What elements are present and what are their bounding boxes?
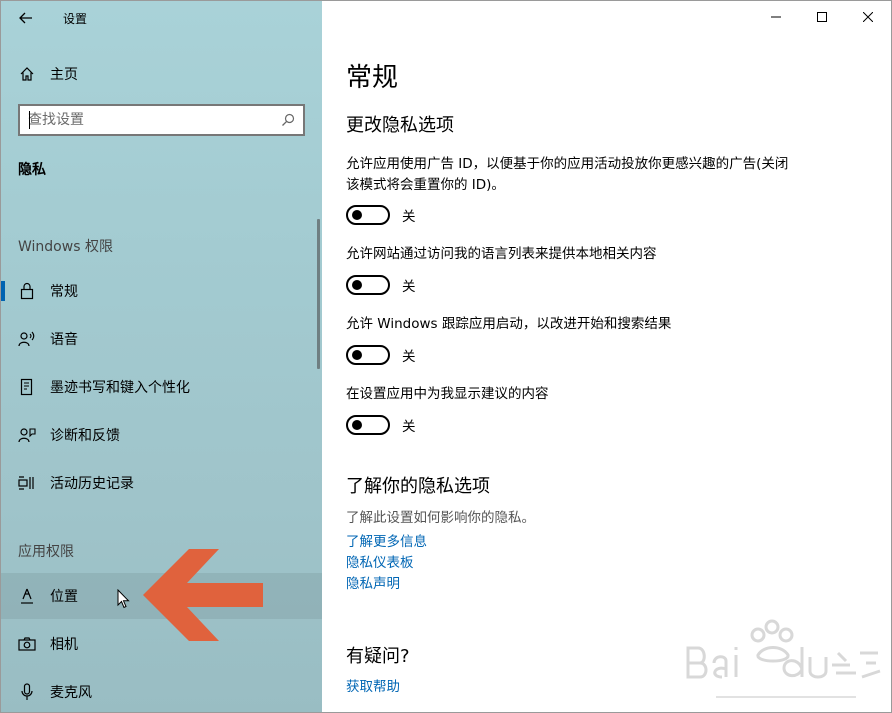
toggle-state-label: 关 — [402, 349, 416, 365]
sidebar-item-label: 墨迹书写和键入个性化 — [50, 380, 190, 396]
privacy-statement-link[interactable]: 隐私声明 — [346, 572, 400, 592]
sidebar-item-label: 主页 — [50, 67, 78, 83]
speech-icon — [17, 329, 37, 349]
sidebar-scrollbar[interactable] — [317, 219, 320, 369]
sidebar-item-general[interactable]: 常规 — [1, 268, 322, 314]
option-description: 在设置应用中为我显示建议的内容 — [346, 386, 549, 402]
category-app-permissions: 应用权限 — [18, 544, 74, 560]
location-icon — [17, 586, 37, 606]
privacy-dashboard-link[interactable]: 隐私仪表板 — [346, 551, 414, 571]
learn-privacy-heading: 了解你的隐私选项 — [346, 476, 490, 497]
learn-more-link[interactable]: 了解更多信息 — [346, 530, 427, 550]
app-title: 设置 — [63, 12, 88, 26]
sidebar-item-inking[interactable]: 墨迹书写和键入个性化 — [1, 364, 322, 410]
settings-window: 设置 主页 隐私 Windows 权限 常规 语音 — [0, 0, 892, 713]
option-description: 允许网站通过访问我的语言列表来提供本地相关内容 — [346, 246, 657, 262]
toggle-switch[interactable] — [346, 345, 390, 365]
text-caret — [29, 111, 30, 129]
sidebar-item-label: 诊断和反馈 — [50, 428, 120, 444]
toggle-app-launch-tracking[interactable]: 关 — [346, 344, 416, 366]
history-icon — [17, 473, 37, 493]
toggle-knob — [352, 280, 362, 290]
privacy-options-heading: 更改隐私选项 — [346, 115, 454, 136]
sidebar-item-home[interactable]: 主页 — [1, 52, 322, 96]
toggle-state-label: 关 — [402, 279, 416, 295]
back-arrow-icon — [19, 12, 32, 24]
lock-icon — [17, 281, 37, 301]
option-description: 允许应用使用广告 ID，以便基于你的应用活动投放你更感兴趣的广告(关闭该模式将会… — [346, 156, 789, 193]
sidebar-item-activity-history[interactable]: 活动历史记录 — [1, 460, 322, 506]
toggle-switch[interactable] — [346, 275, 390, 295]
section-title: 隐私 — [18, 162, 46, 178]
get-help-link[interactable]: 获取帮助 — [346, 675, 400, 695]
sidebar-item-diagnostics[interactable]: 诊断和反馈 — [1, 412, 322, 458]
content-pane: 常规 更改隐私选项 允许应用使用广告 ID，以便基于你的应用活动投放你更感兴趣的… — [322, 1, 891, 712]
toggle-knob — [352, 350, 362, 360]
camera-icon — [17, 634, 37, 654]
toggle-suggested-content[interactable]: 关 — [346, 414, 416, 436]
sidebar-item-speech[interactable]: 语音 — [1, 316, 322, 362]
toggle-knob — [352, 420, 362, 430]
back-button[interactable] — [11, 5, 41, 31]
category-windows-permissions: Windows 权限 — [18, 239, 113, 255]
sidebar-item-label: 相机 — [50, 637, 78, 653]
sidebar-item-label: 麦克风 — [50, 685, 92, 701]
toggle-state-label: 关 — [402, 419, 416, 435]
sidebar-item-label: 位置 — [50, 589, 78, 605]
toggle-advertising-id[interactable]: 关 — [346, 204, 416, 226]
sidebar-item-label: 常规 — [50, 284, 78, 300]
home-icon — [17, 64, 37, 84]
page-title: 常规 — [346, 63, 399, 93]
watermark-logo-icon — [686, 619, 881, 698]
search-icon[interactable] — [281, 113, 295, 127]
learn-privacy-description: 了解此设置如何影响你的隐私。 — [346, 510, 535, 526]
annotation-arrow-icon — [143, 549, 263, 641]
toggle-switch[interactable] — [346, 205, 390, 225]
toggle-switch[interactable] — [346, 415, 390, 435]
sidebar-item-microphone[interactable]: 麦克风 — [1, 669, 322, 712]
search-box[interactable] — [18, 104, 305, 136]
feedback-icon — [17, 425, 37, 445]
toggle-language-list[interactable]: 关 — [346, 274, 416, 296]
search-input[interactable] — [28, 111, 278, 129]
mouse-cursor-icon — [117, 589, 130, 609]
questions-heading: 有疑问? — [346, 646, 410, 667]
sidebar-item-label: 活动历史记录 — [50, 476, 134, 492]
inking-icon — [17, 377, 37, 397]
toggle-knob — [352, 210, 362, 220]
option-description: 允许 Windows 跟踪应用启动，以改进开始和搜索结果 — [346, 316, 672, 332]
microphone-icon — [17, 682, 37, 702]
sidebar-item-label: 语音 — [50, 332, 78, 348]
toggle-state-label: 关 — [402, 209, 416, 225]
